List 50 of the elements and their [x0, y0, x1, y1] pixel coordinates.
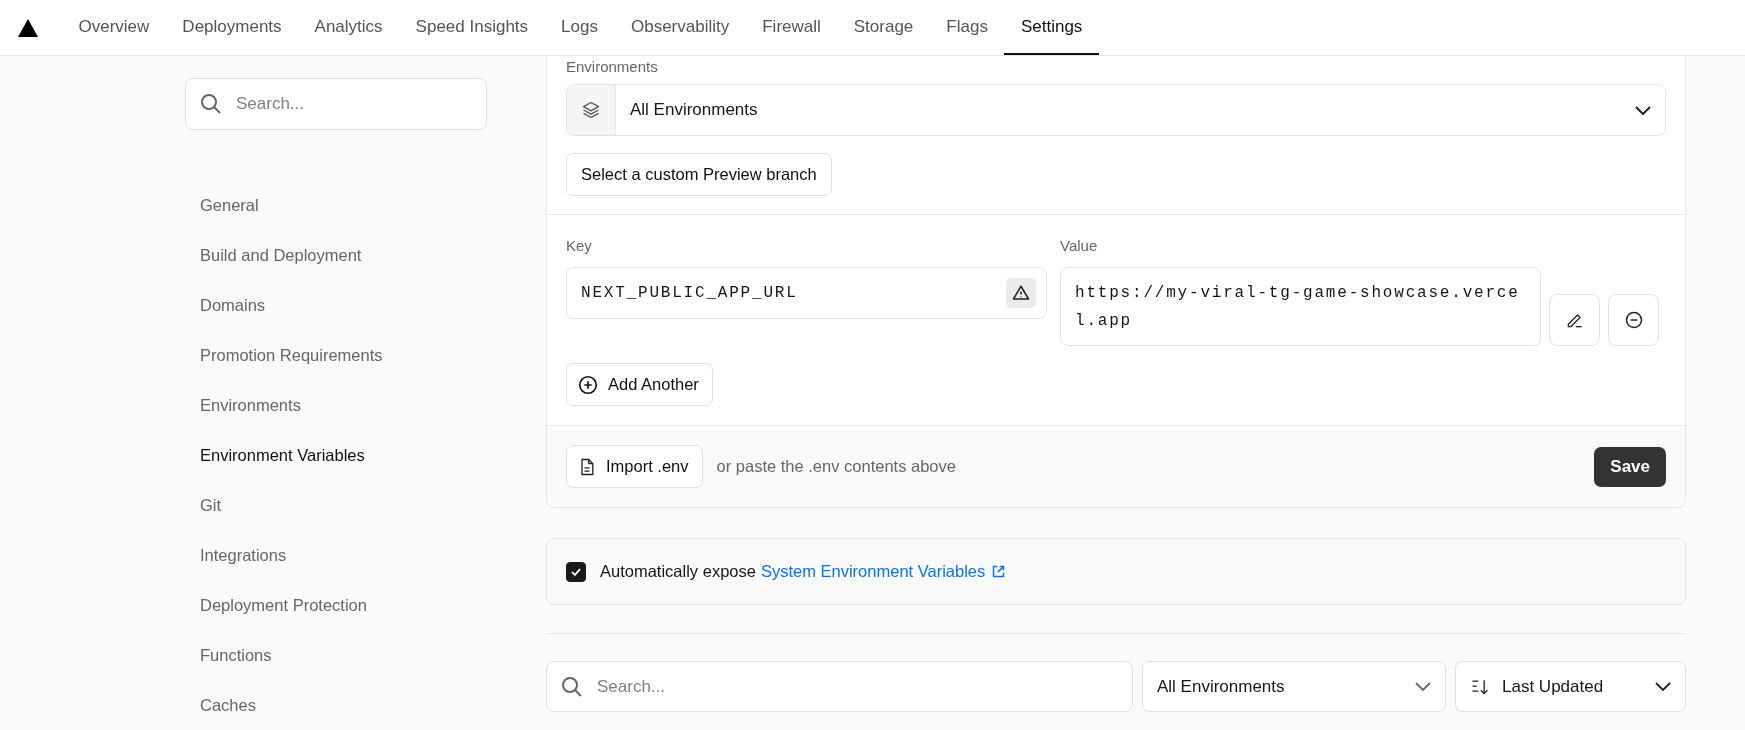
import-env-button[interactable]: Import .env	[566, 445, 703, 488]
nav-tab[interactable]: Firewall	[745, 0, 838, 55]
search-field[interactable]: Search...	[546, 661, 1133, 712]
key-input[interactable]: NEXT_PUBLIC_APP_URL	[566, 267, 1047, 319]
custom-branch-button[interactable]: Select a custom Preview branch	[566, 153, 832, 196]
warning-icon	[1006, 278, 1036, 308]
nav-tab[interactable]: Flags	[929, 0, 1005, 55]
paste-hint: or paste the .env contents above	[716, 457, 956, 476]
nav-tab[interactable]: Observability	[614, 0, 746, 55]
field-label: Environments	[566, 58, 658, 75]
search-field[interactable]: Search...	[185, 78, 487, 130]
add-another-button[interactable]: Add Another	[566, 363, 713, 406]
save-button[interactable]: Save	[1594, 446, 1666, 487]
chevron-down-icon	[1415, 682, 1431, 691]
sidebar-item[interactable]: Environment Variables	[200, 430, 546, 480]
field-label: Value	[1060, 237, 1099, 254]
sidebar-item[interactable]: Promotion Requirements	[200, 330, 546, 380]
sidebar-item[interactable]: Deployment Protection	[200, 580, 546, 630]
search-icon	[201, 94, 221, 114]
sidebar-item[interactable]: Environments	[200, 380, 546, 430]
nav-tab[interactable]: Storage	[837, 0, 930, 55]
nav-tab[interactable]: Logs	[544, 0, 615, 55]
sidebar-item[interactable]: Caches	[200, 680, 546, 730]
sort-select[interactable]: Last Updated	[1455, 661, 1686, 712]
external-link-icon	[991, 564, 1007, 579]
triangle-logo-icon[interactable]	[18, 18, 38, 37]
field-label: Key	[566, 237, 593, 254]
sidebar-item[interactable]: Functions	[200, 630, 546, 680]
value-input[interactable]: https://my-viral-tg-game-showcase.vercel.app	[1060, 267, 1541, 346]
plus-circle-icon	[577, 373, 599, 396]
minus-circle-icon	[1623, 310, 1644, 330]
sidebar-item[interactable]: Integrations	[200, 530, 546, 580]
sidebar-item[interactable]: General	[200, 180, 546, 230]
chevron-down-icon	[1635, 105, 1651, 115]
nav-tab[interactable]: Analytics	[298, 0, 400, 55]
environment-filter[interactable]: All Environments	[1142, 661, 1446, 712]
expose-label: Automatically expose	[600, 562, 756, 581]
nav-tab[interactable]: Speed Insights	[399, 0, 545, 55]
sidebar-item[interactable]: Domains	[200, 280, 546, 330]
chevron-down-icon	[1655, 682, 1671, 691]
system-variables-link[interactable]: System Environment Variables	[760, 562, 986, 581]
search-icon	[562, 677, 582, 697]
nav-tab[interactable]: Deployments	[165, 0, 299, 55]
sidebar-item[interactable]: Build and Deployment	[200, 230, 546, 280]
environment-select[interactable]: All Environments	[566, 84, 1666, 136]
remove-button[interactable]	[1608, 294, 1659, 346]
nav-tab[interactable]: Overview	[62, 0, 166, 55]
layers-icon	[581, 100, 601, 120]
checkbox[interactable]	[566, 561, 586, 582]
sidebar-item[interactable]: Git	[200, 480, 546, 530]
